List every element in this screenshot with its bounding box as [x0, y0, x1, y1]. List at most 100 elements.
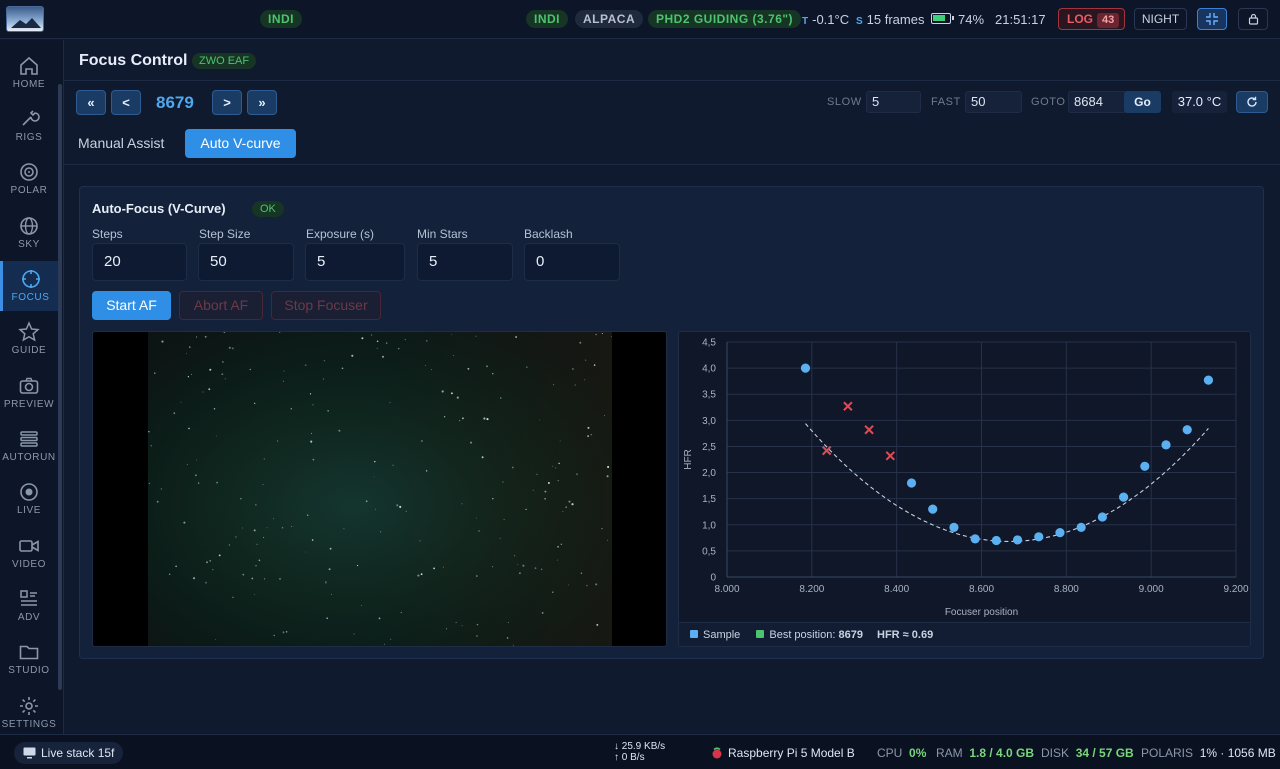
move-first-button[interactable]: « [76, 90, 106, 115]
focuser-position: 8679 [156, 93, 194, 112]
star [276, 440, 279, 442]
goto-position-input[interactable]: 8684 [1068, 91, 1126, 113]
x-tick-label: 8.400 [884, 584, 909, 595]
v-curve-plot: 0 0,5 1,0 1,5 2,0 2,5 3,0 3,5 4,0 4,5 8.000 8.200 8.… [683, 338, 1249, 619]
app-logo[interactable] [6, 6, 44, 32]
status-badge: OK [252, 201, 284, 217]
star [325, 581, 327, 583]
move-last-button[interactable]: » [247, 90, 277, 115]
star [511, 466, 514, 469]
refresh-button[interactable] [1236, 91, 1268, 113]
star [356, 564, 359, 567]
move-prev-button[interactable]: < [111, 90, 141, 115]
slow-step-input[interactable]: 5 [866, 91, 921, 113]
star [216, 481, 218, 484]
star [430, 369, 433, 371]
sidebar-item-sky[interactable]: SKY [0, 208, 58, 258]
star [556, 559, 558, 561]
exposure-label: Exposure (s) [306, 227, 375, 241]
star [312, 404, 314, 406]
indi-status-pill[interactable]: INDI [260, 10, 302, 28]
sidebar-item-studio[interactable]: STUDIO [0, 634, 58, 684]
star [327, 410, 329, 412]
star [514, 555, 516, 557]
star [290, 407, 293, 410]
star [191, 373, 193, 375]
star [194, 474, 197, 477]
star [516, 563, 518, 565]
sidebar-item-focus[interactable]: FOCUS [0, 261, 58, 311]
star [441, 390, 444, 393]
record-icon [20, 483, 38, 501]
x-tick-label: 8.600 [969, 584, 994, 595]
star [180, 401, 182, 403]
disk-stat: DISK 34 / 57 GB [1041, 746, 1134, 760]
sidebar-item-preview[interactable]: PREVIEW [0, 368, 58, 418]
star [208, 388, 211, 391]
sidebar-scrollbar[interactable] [58, 84, 62, 690]
sidebar-item-guide[interactable]: GUIDE [0, 314, 58, 364]
sample-point [1182, 425, 1192, 435]
sidebar-item-label: GUIDE [11, 345, 47, 356]
star [565, 506, 567, 508]
sidebar-item-video[interactable]: VIDEO [0, 528, 58, 578]
focus-frame-preview[interactable] [92, 331, 667, 647]
indi-badge[interactable]: INDI [526, 10, 568, 28]
star [304, 364, 307, 366]
night-mode-button[interactable]: NIGHT [1134, 8, 1187, 30]
download-rate: ↓ 25.9 KB/s [614, 741, 666, 752]
star [499, 537, 501, 539]
step-size-input[interactable]: 50 [198, 243, 294, 281]
sidebar-item-rigs[interactable]: RIGS [0, 101, 58, 151]
star [326, 617, 329, 620]
sidebar-item-polar[interactable]: POLAR [0, 154, 58, 204]
compress-icon [1206, 13, 1218, 25]
autofocus-panel: Auto-Focus (V-Curve) OK Steps 20 Step Si… [79, 186, 1264, 659]
lock-button[interactable] [1238, 8, 1268, 30]
star [576, 473, 578, 476]
sidebar-item-home[interactable]: HOME [0, 48, 58, 98]
sidebar-item-live[interactable]: LIVE [0, 474, 58, 524]
star [442, 566, 444, 568]
sample-swatch [690, 630, 698, 638]
legend-best-label: Best position: [769, 629, 836, 641]
star [507, 622, 509, 623]
star [376, 347, 378, 349]
log-button[interactable]: LOG 43 [1058, 8, 1125, 30]
fast-step-input[interactable]: 50 [965, 91, 1022, 113]
best-swatch [756, 630, 765, 638]
star [476, 635, 478, 637]
move-next-button[interactable]: > [212, 90, 242, 115]
star [312, 458, 315, 461]
star [539, 419, 541, 421]
steps-input[interactable]: 20 [92, 243, 187, 281]
fullscreen-button[interactable] [1197, 8, 1227, 30]
exposure-input[interactable]: 5 [305, 243, 405, 281]
star [443, 416, 446, 418]
star [279, 578, 281, 580]
star [506, 637, 509, 639]
alpaca-badge[interactable]: ALPACA [575, 10, 644, 28]
sidebar-item-autorun[interactable]: AUTORUN [0, 421, 58, 471]
tab-auto-v-curve[interactable]: Auto V-curve [185, 129, 296, 158]
sidebar-item-settings[interactable]: SETTINGS [0, 688, 58, 738]
y-tick-label: 3,5 [702, 390, 716, 401]
abort-af-button[interactable]: Abort AF [179, 291, 263, 320]
polaris-label: POLARIS [1141, 746, 1194, 760]
star [541, 611, 544, 614]
min-stars-input[interactable]: 5 [417, 243, 513, 281]
star [562, 511, 564, 513]
temperature-key: T [802, 16, 809, 27]
sidebar-item-adv[interactable]: ADV [0, 581, 58, 631]
backlash-input[interactable]: 0 [524, 243, 620, 281]
star [232, 596, 234, 598]
phd2-guiding-badge[interactable]: PHD2 GUIDING (3.76") [648, 10, 802, 28]
star [263, 458, 266, 460]
tab-manual-assist[interactable]: Manual Assist [78, 129, 164, 158]
start-af-button[interactable]: Start AF [92, 291, 171, 320]
goto-button[interactable]: Go [1124, 91, 1161, 113]
list-icon [20, 590, 37, 606]
star [502, 481, 504, 483]
stop-focuser-button[interactable]: Stop Focuser [271, 291, 381, 320]
live-stack-indicator[interactable]: Live stack 15f [14, 742, 124, 764]
